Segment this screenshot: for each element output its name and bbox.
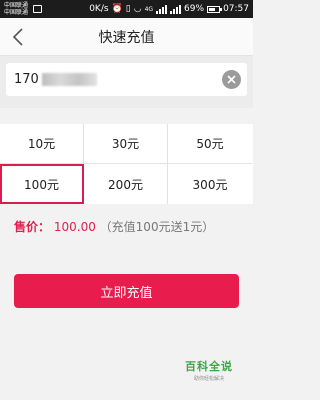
network-speed: 0K/s	[89, 4, 109, 14]
phone-input[interactable]: 170	[6, 63, 247, 96]
blurred-digits	[41, 73, 97, 86]
recharge-button[interactable]: 立即充值	[14, 274, 239, 308]
amount-option-50[interactable]: 50元	[168, 124, 252, 164]
page-title: 快速充值	[98, 29, 155, 46]
clock: 07:57	[223, 4, 249, 14]
promo-note: （充值100元送1元）	[99, 220, 215, 234]
nav-bar: 快速充值	[0, 18, 253, 56]
amount-option-300[interactable]: 300元	[168, 164, 252, 204]
status-bar: 中国联通 中国联通 0K/s ⏰ ▯ ◡ 4G 69% 07:57	[0, 0, 253, 18]
battery-fill	[209, 7, 216, 11]
back-button[interactable]	[6, 24, 30, 50]
signal-icon-2	[170, 4, 182, 14]
close-icon	[227, 75, 236, 84]
carrier-2: 中国联通	[4, 9, 29, 16]
phone-number-text: 170	[14, 72, 39, 87]
vibrate-icon: ▯	[125, 4, 131, 14]
watermark-text: 百科全说	[185, 360, 233, 373]
alarm-icon: ⏰	[111, 4, 123, 14]
battery-percent: 69%	[184, 4, 205, 14]
amount-options: 10元 30元 50元 100元 200元 300元	[0, 124, 253, 204]
amount-option-200[interactable]: 200元	[84, 164, 168, 204]
carrier-info: 中国联通 中国联通	[4, 2, 28, 16]
price-label: 售价：	[14, 220, 51, 234]
signal-icon	[156, 4, 168, 14]
amount-option-10[interactable]: 10元	[0, 124, 84, 164]
price-value: 100.00	[53, 220, 96, 234]
price-row: 售价： 100.00 （充值100元送1元）	[14, 218, 244, 235]
watermark-subtext: 助你轻松解决	[193, 376, 224, 382]
amount-option-100[interactable]: 100元	[0, 164, 84, 204]
watermark-logo: 百科全说 助你轻松解决	[176, 358, 242, 388]
carrier-1: 中国联通	[4, 2, 29, 9]
battery-icon	[207, 5, 223, 13]
chevron-left-icon	[12, 28, 23, 46]
clear-button[interactable]	[222, 70, 241, 89]
amount-option-30[interactable]: 30元	[84, 124, 168, 164]
image-notification-icon	[33, 5, 43, 13]
network-type: 4G	[144, 5, 154, 13]
amount-grid: 10元 30元 50元 100元 200元 300元	[0, 124, 253, 204]
wifi-icon: ◡	[133, 4, 142, 14]
phone-section: 170	[0, 56, 253, 108]
